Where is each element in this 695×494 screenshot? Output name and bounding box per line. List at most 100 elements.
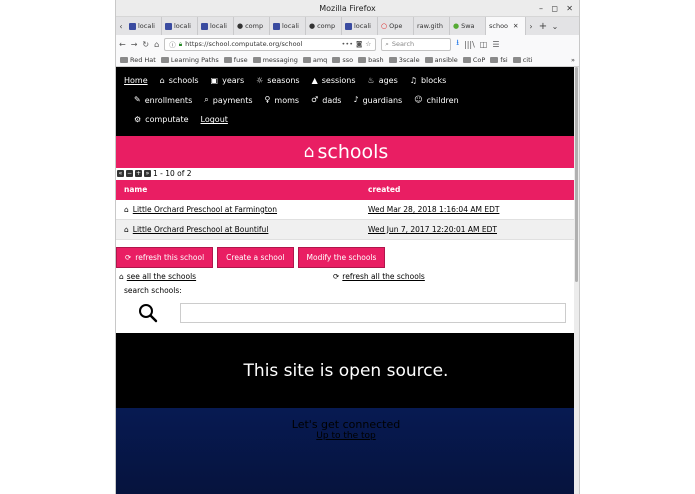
- browser-tab-active[interactable]: schoo ✕: [486, 17, 526, 35]
- bookmark-folder[interactable]: Red Hat: [120, 56, 156, 64]
- page-content: Home ⌂ schools ▣ years ☼ seasons ▲ sessions …: [116, 67, 576, 494]
- url-text[interactable]: https://school.computate.org/school: [185, 40, 338, 48]
- bookmarks-overflow-icon[interactable]: »: [571, 56, 575, 64]
- nav-moms[interactable]: ♀ moms: [265, 96, 300, 105]
- bookmark-folder[interactable]: 3scale: [388, 56, 420, 64]
- modify-schools-button[interactable]: Modify the schools: [297, 246, 386, 268]
- browser-tab[interactable]: ● comp: [306, 17, 342, 35]
- back-icon[interactable]: ←: [119, 40, 126, 49]
- url-bar[interactable]: ⓘ 🔒︎ https://school.computate.org/school…: [164, 37, 377, 51]
- search-label: search schools:: [124, 285, 182, 295]
- bookmark-folder[interactable]: fsi: [490, 56, 508, 64]
- bookmark-folder[interactable]: citi: [512, 56, 532, 64]
- home-icon[interactable]: ⌂: [154, 40, 159, 49]
- title-bar: Mozilla Firefox – ◻ ✕: [116, 0, 579, 17]
- bookmark-folder[interactable]: Learning Paths: [160, 56, 219, 64]
- see-all-schools-link[interactable]: see all the schools: [127, 272, 196, 281]
- school-link[interactable]: Little Orchard Preschool at Farmington: [133, 205, 277, 214]
- nav-payments[interactable]: ⌕ payments: [204, 96, 252, 105]
- bookmark-folder[interactable]: fuse: [223, 56, 248, 64]
- table-row[interactable]: ⌂ Little Orchard Preschool at Farmington …: [116, 200, 576, 220]
- bookmark-folder[interactable]: amq: [302, 56, 327, 64]
- browser-tab[interactable]: locali: [198, 17, 234, 35]
- browser-tab[interactable]: locali: [270, 17, 306, 35]
- navigation-bar: ← → ↻ ⌂ ⓘ 🔒︎ https://school.computate.or…: [116, 35, 579, 53]
- nav-row: ⚙ computate Logout: [124, 110, 568, 130]
- nav-home[interactable]: Home: [124, 76, 148, 85]
- nav-schools[interactable]: ⌂ schools: [160, 76, 199, 85]
- nav-enrollments[interactable]: ✎ enrollments: [134, 96, 192, 105]
- tab-bar: ‹ locali locali locali ● comp locali ● com…: [116, 17, 579, 35]
- page-actions-icon[interactable]: •••: [342, 40, 354, 48]
- nav-row: Home ⌂ schools ▣ years ☼ seasons ▲ sessions …: [124, 71, 568, 91]
- maximize-button[interactable]: ◻: [551, 0, 558, 17]
- reload-icon[interactable]: ↻: [142, 40, 149, 49]
- bookmark-folder[interactable]: sso: [332, 56, 353, 64]
- page-range: 1 - 10 of 2: [153, 169, 192, 178]
- bookmark-star-icon[interactable]: ☆: [365, 40, 371, 48]
- window-title: Mozilla Firefox: [319, 4, 376, 13]
- create-school-button[interactable]: Create a school: [217, 246, 294, 268]
- bookmark-folder[interactable]: ansible: [424, 56, 458, 64]
- close-tab-icon[interactable]: ✕: [513, 22, 518, 30]
- site-icon: [129, 22, 136, 30]
- nav-years[interactable]: ▣ years: [211, 76, 245, 85]
- prev-page-icon[interactable]: −: [126, 170, 133, 177]
- search-dollar-icon: ⌕: [204, 95, 209, 105]
- tab-list-icon[interactable]: ⌄: [550, 17, 560, 35]
- up-to-top-link[interactable]: Up to the top: [116, 431, 576, 441]
- last-page-icon[interactable]: »: [144, 170, 151, 177]
- scrollbar-thumb[interactable]: [575, 67, 578, 282]
- page-scrollbar[interactable]: [574, 67, 579, 494]
- nav-logout[interactable]: Logout: [201, 115, 228, 124]
- browser-tab[interactable]: locali: [126, 17, 162, 35]
- nav-guardians[interactable]: ♪ guardians: [353, 96, 402, 105]
- search-bar[interactable]: ⌕ Search: [381, 37, 452, 51]
- library-icon[interactable]: |||\: [464, 40, 475, 49]
- browser-tab[interactable]: ● Swa: [450, 17, 486, 35]
- table-row[interactable]: ⌂ Little Orchard Preschool at Bountiful W…: [116, 219, 576, 240]
- bookmark-folder[interactable]: bash: [358, 56, 384, 64]
- browser-tab[interactable]: raw.gith: [414, 17, 450, 35]
- nav-sessions[interactable]: ▲ sessions: [312, 76, 356, 85]
- nav-seasons[interactable]: ☼ seasons: [256, 76, 299, 85]
- created-link[interactable]: Wed Jun 7, 2017 12:20:01 AM EDT: [368, 225, 497, 234]
- browser-tab[interactable]: locali: [342, 17, 378, 35]
- browser-tab[interactable]: locali: [162, 17, 198, 35]
- refresh-all-schools-link[interactable]: refresh all the schools: [342, 272, 425, 281]
- next-page-icon[interactable]: +: [135, 170, 142, 177]
- info-icon[interactable]: ⓘ: [169, 39, 176, 49]
- sidebar-icon[interactable]: ◫: [480, 40, 488, 49]
- pocket-icon[interactable]: ◙: [356, 40, 362, 48]
- created-link[interactable]: Wed Mar 28, 2018 1:16:04 AM EDT: [368, 205, 499, 214]
- tab-scroll-left-icon[interactable]: ‹: [116, 17, 126, 35]
- nav-children[interactable]: ☺ children: [414, 96, 458, 105]
- close-window-button[interactable]: ✕: [566, 0, 573, 17]
- first-page-icon[interactable]: «: [117, 170, 124, 177]
- minimize-button[interactable]: –: [539, 0, 543, 17]
- forward-icon[interactable]: →: [131, 40, 138, 49]
- browser-tab[interactable]: ○ Ope: [378, 17, 414, 35]
- nav-ages[interactable]: ♨ ages: [368, 76, 398, 85]
- column-header-name[interactable]: name: [116, 185, 368, 194]
- site-nav: Home ⌂ schools ▣ years ☼ seasons ▲ sessions …: [116, 67, 576, 136]
- nav-dads[interactable]: ♂ dads: [311, 96, 341, 105]
- search-schools-input[interactable]: [180, 302, 566, 323]
- swagger-icon: ●: [453, 22, 460, 30]
- browser-tab[interactable]: ● comp: [234, 17, 270, 35]
- birthday-cake-icon: ♨: [367, 75, 375, 85]
- bookmark-folder[interactable]: messaging: [252, 56, 298, 64]
- tab-scroll-right-icon[interactable]: ›: [526, 17, 536, 35]
- column-header-created[interactable]: created: [368, 185, 576, 194]
- downloads-icon[interactable]: ⭳: [456, 37, 459, 51]
- nav-blocks[interactable]: ♫ blocks: [410, 76, 447, 85]
- refresh-this-school-button[interactable]: ⟳ refresh this school: [116, 246, 214, 268]
- search-icon: ⌕: [385, 39, 389, 48]
- folder-icon: [512, 56, 521, 63]
- new-tab-icon[interactable]: +: [536, 17, 550, 35]
- school-link[interactable]: Little Orchard Preschool at Bountiful: [133, 225, 269, 234]
- openshift-icon: ○: [381, 22, 388, 30]
- nav-user[interactable]: ⚙ computate: [134, 115, 189, 124]
- bookmark-folder[interactable]: CoP: [462, 56, 485, 64]
- menu-icon[interactable]: ☰: [492, 40, 499, 49]
